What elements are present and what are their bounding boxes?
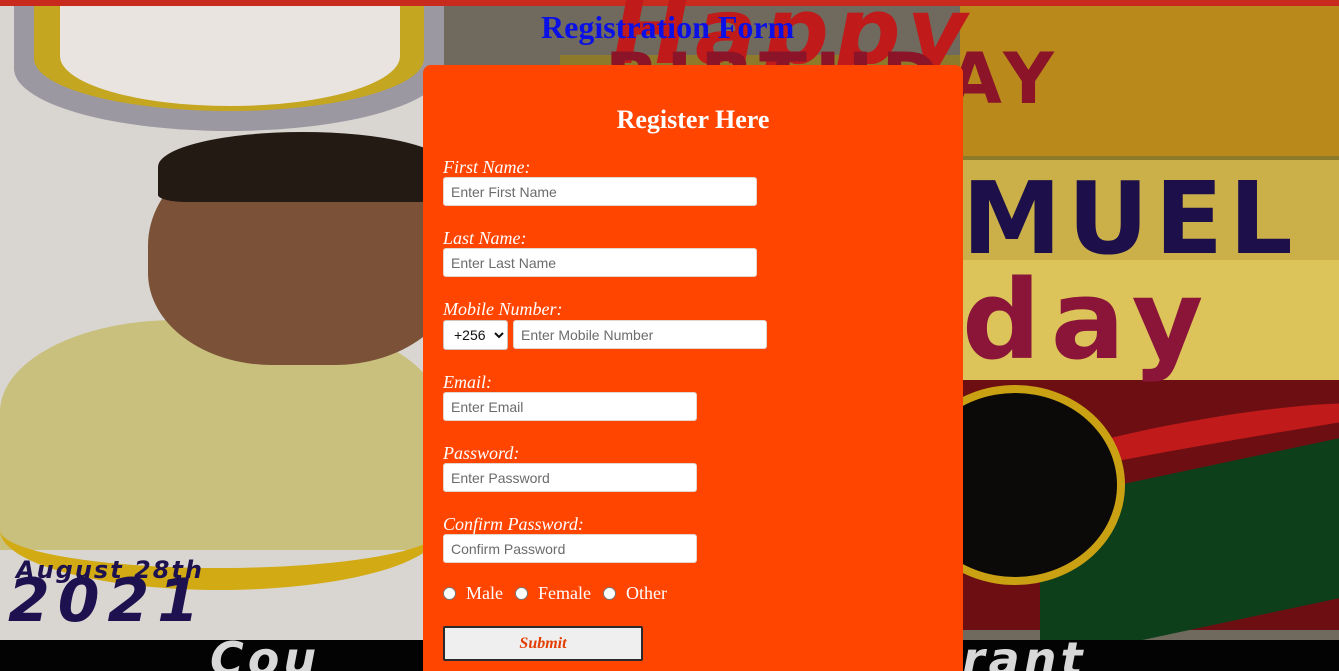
person-hair [158, 132, 448, 202]
form-heading: Register Here [616, 105, 770, 134]
gender-radio-male[interactable] [443, 587, 456, 600]
last-name-label: Last Name: [443, 228, 527, 248]
password-input[interactable] [443, 463, 697, 492]
gender-radio-other[interactable] [602, 587, 616, 600]
gender-label-female: Female [537, 583, 591, 603]
email-input[interactable] [443, 392, 697, 421]
email-label: Email: [443, 372, 492, 392]
first-name-label: First Name: [443, 157, 531, 177]
last-name-input[interactable] [443, 248, 757, 277]
poster-day-text: day [962, 256, 1214, 384]
poster-bottom-right-text: rant [962, 632, 1087, 671]
country-code-select[interactable]: +256 [443, 320, 508, 350]
confirm-password-input[interactable] [443, 534, 697, 563]
submit-button[interactable]: Submit [443, 626, 643, 661]
poster-bottom-left-text: Cou [210, 632, 321, 671]
gender-label-male: Male [466, 583, 503, 603]
password-label: Password: [443, 443, 520, 463]
gender-radio-group: Male Female Other [443, 583, 679, 604]
gender-radio-female[interactable] [514, 587, 528, 600]
mobile-number-input[interactable] [513, 320, 767, 349]
mobile-number-label: Mobile Number: [443, 299, 563, 319]
poster-year-text: 2021 [8, 566, 207, 636]
first-name-input[interactable] [443, 177, 757, 206]
registration-form: Register Here First Name: Last Name: Mob… [423, 65, 963, 671]
page-title: Registration Form [541, 9, 795, 45]
confirm-password-label: Confirm Password: [443, 514, 584, 534]
gender-label-other: Other [625, 583, 667, 603]
cake-image [60, 6, 400, 106]
